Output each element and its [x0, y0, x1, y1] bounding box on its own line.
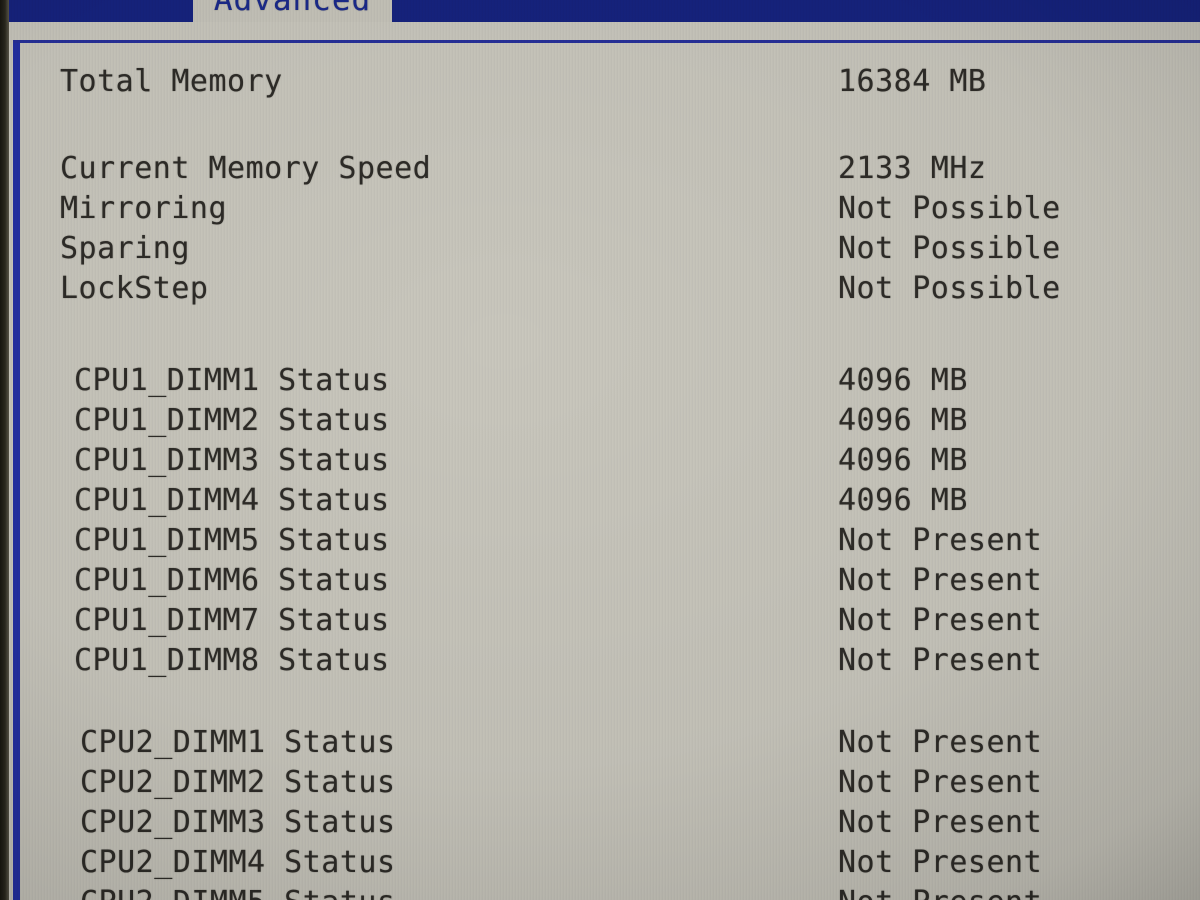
- cpu1-dimm-label: CPU1_DIMM4 Status: [74, 483, 390, 518]
- memory-row: CPU1_DIMM6 Status Not Present: [0, 561, 1200, 601]
- bios-menu-bar: [0, 0, 1200, 22]
- memory-row: CPU2_DIMM4 Status Not Present: [0, 843, 1200, 883]
- cpu2-dimm-value: Not Present: [838, 805, 1043, 840]
- memory-row: Mirroring Not Possible: [0, 189, 1200, 229]
- bios-screen: Advanced Total Memory 16384 MB Current Mem…: [0, 0, 1200, 900]
- cpu1-dimm-label: CPU1_DIMM1 Status: [74, 363, 390, 398]
- memory-row: CPU1_DIMM1 Status 4096 MB: [0, 361, 1200, 401]
- cpu2-dimm-value: Not Present: [838, 883, 1042, 900]
- memory-row: CPU2_DIMM1 Status Not Present: [0, 723, 1200, 763]
- memory-row: Total Memory 16384 MB: [0, 62, 1200, 102]
- summary-value: 16384 MB: [838, 64, 987, 99]
- config-value: Not Possible: [838, 231, 1061, 266]
- memory-row: CPU2_DIMM5 Status Not Present: [0, 883, 1200, 900]
- cpu2-dimm-label: CPU2_DIMM2 Status: [80, 765, 396, 800]
- memory-row: CPU1_DIMM8 Status Not Present: [0, 641, 1200, 681]
- cpu1-dimm-value: 4096 MB: [838, 483, 968, 518]
- memory-row: LockStep Not Possible: [0, 269, 1200, 309]
- cpu1-dimm-value: Not Present: [838, 523, 1043, 558]
- cpu1-dimm-value: Not Present: [838, 643, 1043, 678]
- cpu1-dimm-value: 4096 MB: [838, 403, 968, 438]
- cpu1-dimm-value: 4096 MB: [838, 363, 968, 398]
- memory-row: CPU1_DIMM3 Status 4096 MB: [0, 441, 1200, 481]
- cpu2-dimm-label: CPU2_DIMM3 Status: [80, 805, 396, 840]
- cpu1-dimm-value: Not Present: [838, 603, 1043, 638]
- config-value: 2133 MHz: [838, 151, 987, 186]
- config-label: LockStep: [60, 271, 209, 306]
- cpu2-dimm-label: CPU2_DIMM4 Status: [80, 845, 396, 880]
- config-label: Current Memory Speed: [60, 151, 432, 186]
- config-label: Mirroring: [60, 191, 228, 226]
- cpu1-dimm-label: CPU1_DIMM7 Status: [74, 603, 390, 638]
- memory-row: CPU2_DIMM2 Status Not Present: [0, 763, 1200, 803]
- panel-top-divider: [13, 40, 1200, 43]
- memory-row: CPU1_DIMM4 Status 4096 MB: [0, 481, 1200, 521]
- cpu2-dimm-value: Not Present: [838, 765, 1043, 800]
- cpu2-dimm-value: Not Present: [838, 725, 1043, 760]
- cpu2-dimm-label: CPU2_DIMM5 Status: [80, 883, 396, 900]
- cpu1-dimm-value: Not Present: [838, 563, 1043, 598]
- cpu1-dimm-value: 4096 MB: [838, 443, 968, 478]
- cpu1-dimm-label: CPU1_DIMM2 Status: [74, 403, 390, 438]
- tab-advanced[interactable]: Advanced: [193, 0, 392, 22]
- monitor-bezel-left: [0, 0, 9, 900]
- memory-row: CPU1_DIMM7 Status Not Present: [0, 601, 1200, 641]
- cpu1-dimm-label: CPU1_DIMM8 Status: [74, 643, 390, 678]
- memory-information-rows: Total Memory 16384 MB Current Memory Speed…: [0, 40, 1200, 900]
- config-value: Not Possible: [838, 191, 1061, 226]
- cpu1-dimm-label: CPU1_DIMM3 Status: [74, 443, 390, 478]
- config-label: Sparing: [60, 231, 190, 266]
- memory-row: Sparing Not Possible: [0, 229, 1200, 269]
- summary-label: Total Memory: [60, 64, 283, 99]
- config-value: Not Possible: [838, 271, 1061, 306]
- memory-row: CPU1_DIMM2 Status 4096 MB: [0, 401, 1200, 441]
- cpu2-dimm-label: CPU2_DIMM1 Status: [80, 725, 396, 760]
- memory-row: Current Memory Speed 2133 MHz: [0, 149, 1200, 189]
- cpu2-dimm-value: Not Present: [838, 845, 1043, 880]
- memory-row: CPU2_DIMM3 Status Not Present: [0, 803, 1200, 843]
- cpu1-dimm-label: CPU1_DIMM5 Status: [74, 523, 390, 558]
- cpu1-dimm-label: CPU1_DIMM6 Status: [74, 563, 390, 598]
- memory-row: CPU1_DIMM5 Status Not Present: [0, 521, 1200, 561]
